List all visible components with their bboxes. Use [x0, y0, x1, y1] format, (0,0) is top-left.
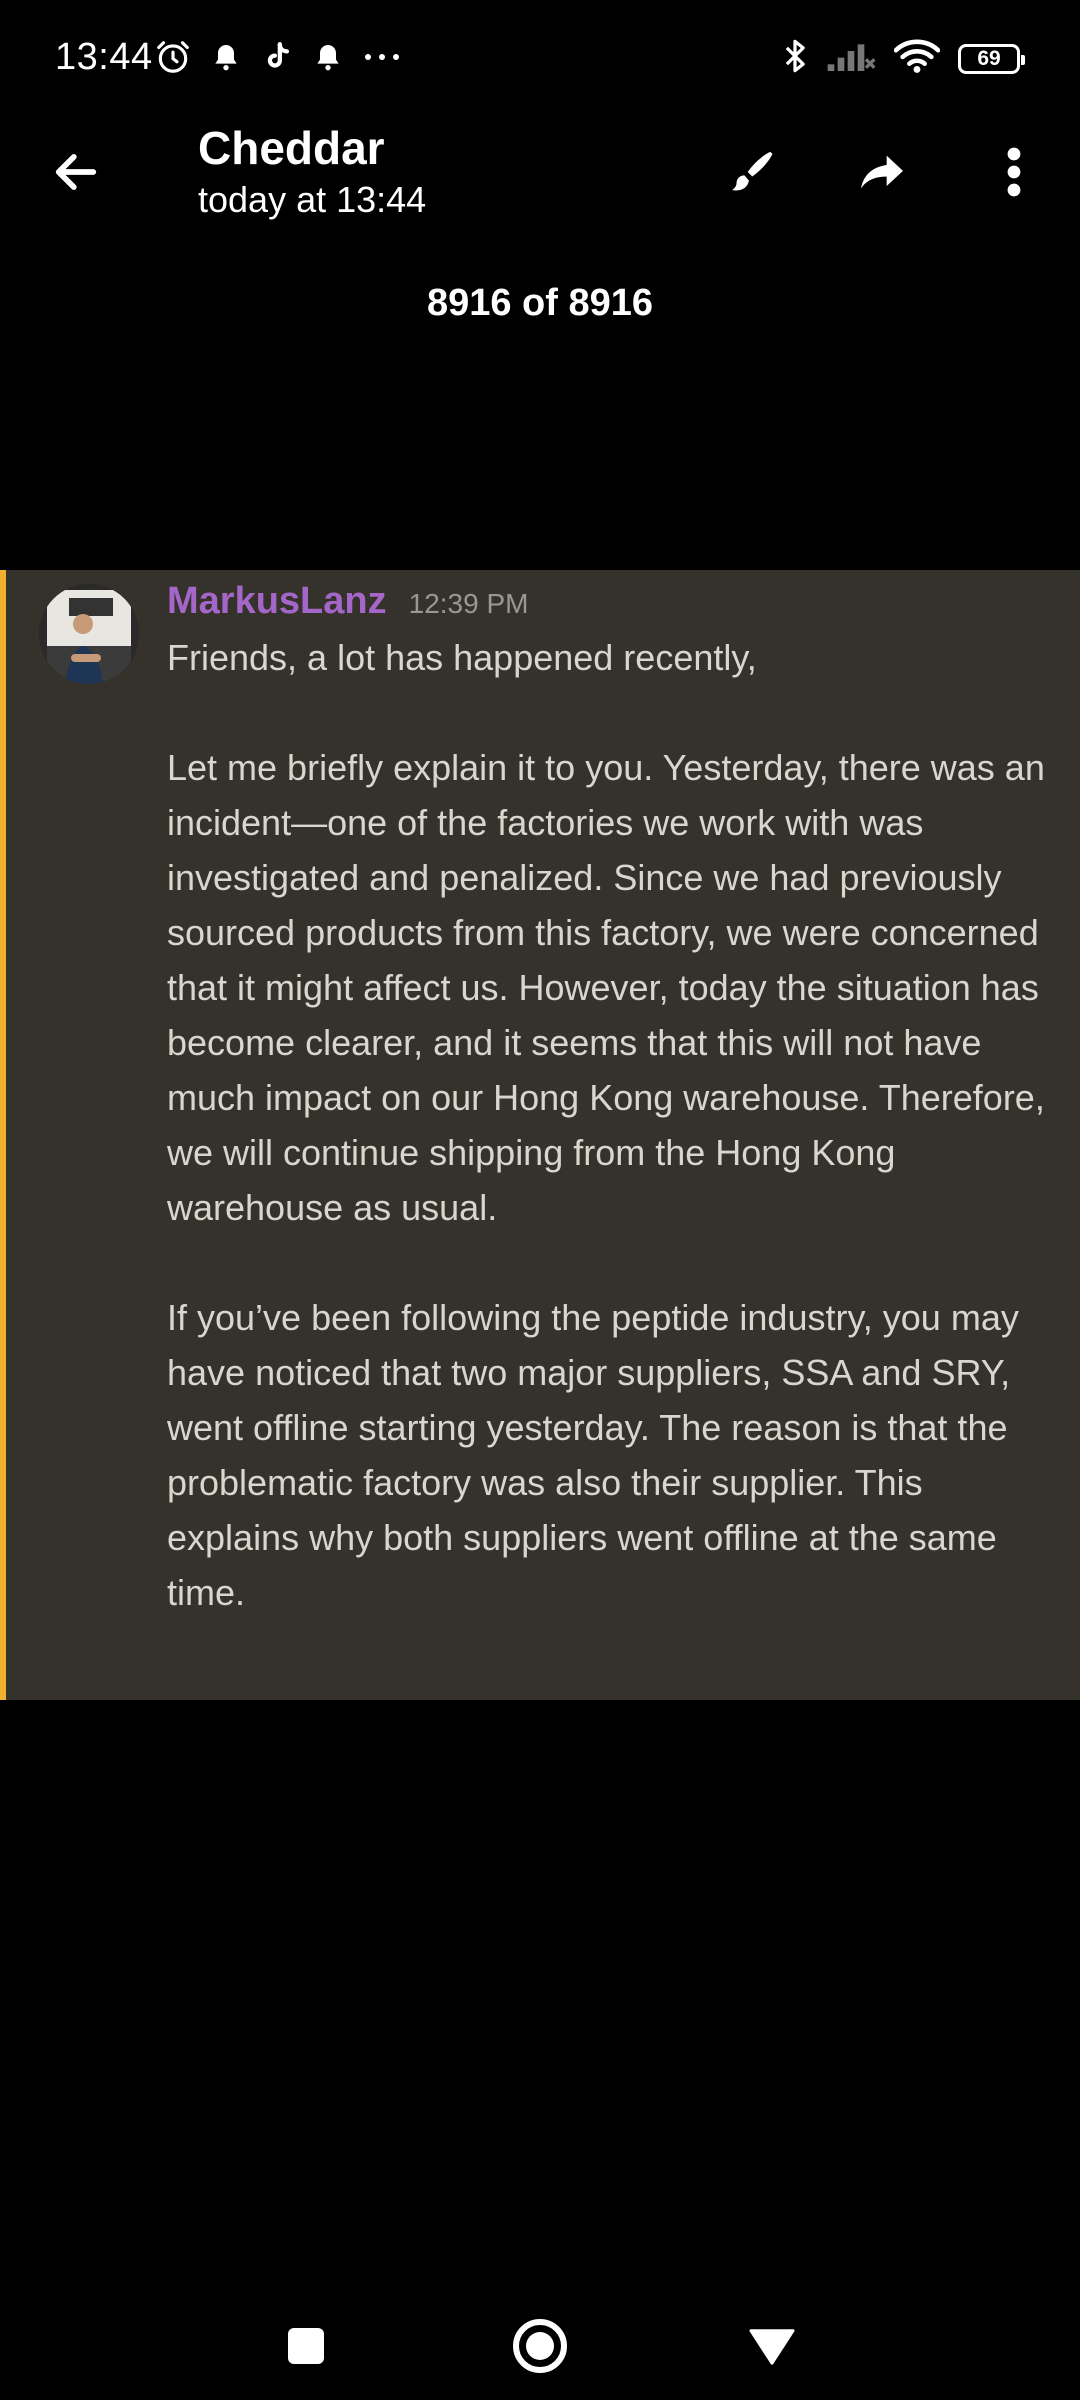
message-card[interactable]: MarkusLanz 12:39 PM Friends, a lot has h… — [0, 570, 1080, 1700]
alarm-icon — [154, 38, 192, 76]
status-time: 13:44 — [55, 36, 153, 78]
more-dots-icon — [362, 51, 402, 63]
page-subtitle: today at 13:44 — [198, 179, 427, 220]
recents-icon — [288, 2328, 324, 2364]
brush-button[interactable] — [718, 140, 782, 204]
recents-button[interactable] — [270, 2310, 342, 2382]
message-body: Friends, a lot has happened recently, Le… — [167, 630, 1047, 1620]
share-icon — [861, 155, 903, 189]
avatar[interactable] — [39, 584, 139, 684]
message-header: MarkusLanz 12:39 PM — [167, 580, 528, 623]
battery-icon: 69 — [958, 43, 1025, 74]
status-icons-right: 69 — [782, 36, 1025, 81]
username[interactable]: MarkusLanz — [167, 580, 387, 623]
page-title: Cheddar — [198, 122, 385, 174]
signal-icon — [826, 39, 876, 78]
message-paragraph: Let me briefly explain it to you. Yester… — [167, 747, 1045, 1228]
message-counter: 8916 of 8916 — [426, 282, 654, 324]
home-button[interactable] — [504, 2310, 576, 2382]
status-bar: 13:44 69 — [0, 0, 1080, 120]
battery-level: 69 — [977, 46, 1001, 70]
app-bar: Cheddar today at 13:44 — [0, 110, 1080, 230]
wifi-icon — [893, 38, 941, 79]
message-paragraph: If you’ve been following the peptide ind… — [167, 1297, 1019, 1613]
brush-icon — [732, 151, 773, 191]
bell-icon — [210, 41, 242, 73]
home-icon — [513, 2319, 567, 2373]
more-options-button[interactable] — [982, 140, 1046, 204]
more-vertical-icon — [1007, 147, 1021, 197]
tiktok-icon — [260, 40, 294, 74]
bluetooth-icon — [782, 36, 808, 81]
title-block: Cheddar today at 13:44 — [198, 120, 426, 222]
share-button[interactable] — [850, 140, 914, 204]
navigation-bar — [0, 2280, 1080, 2400]
back-nav-button[interactable] — [736, 2310, 808, 2382]
message-paragraph: Friends, a lot has happened recently, — [167, 637, 757, 678]
arrow-left-icon — [55, 154, 97, 190]
back-triangle-icon — [749, 2329, 795, 2365]
avatar-image — [39, 584, 139, 684]
status-icons-left — [154, 38, 402, 76]
message-timestamp: 12:39 PM — [408, 588, 529, 619]
bell-icon — [312, 41, 344, 73]
back-button[interactable] — [44, 140, 108, 204]
